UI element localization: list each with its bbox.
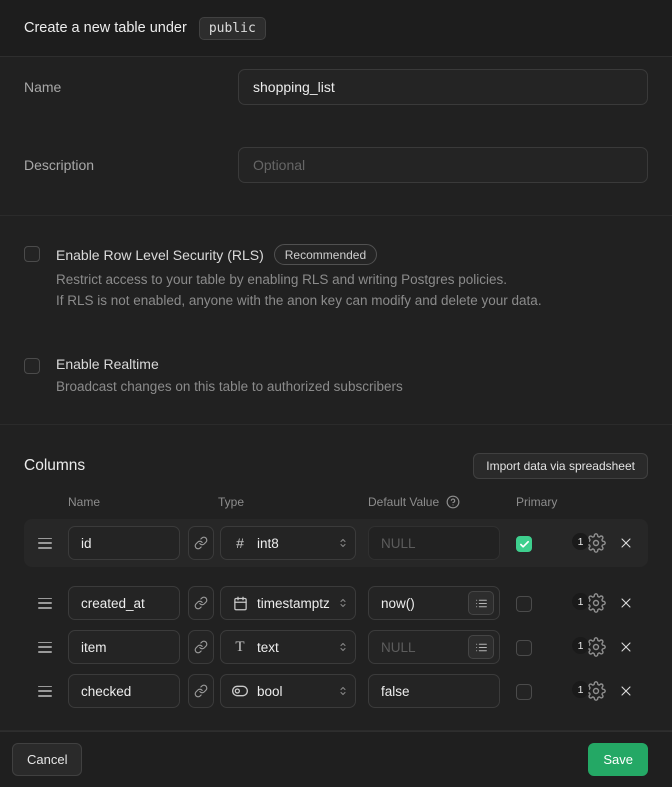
column-header-primary: Primary [516, 495, 648, 509]
realtime-label: Enable Realtime [56, 356, 159, 372]
description-label: Description [24, 147, 238, 173]
letter-t-icon: T [231, 639, 249, 656]
column-header-type: Type [218, 495, 368, 509]
column-name-input[interactable] [68, 630, 180, 664]
table-name-input[interactable] [238, 69, 648, 105]
column-row-id: # int8 NULL 1 [24, 524, 648, 562]
default-value-field[interactable]: NULL [368, 630, 500, 664]
list-icon [475, 597, 488, 610]
column-name-input[interactable] [68, 586, 180, 620]
default-suggestions-button[interactable] [468, 635, 494, 659]
dialog-footer: Cancel Save [0, 731, 672, 787]
column-type-select[interactable]: # int8 [220, 526, 356, 560]
primary-checkbox[interactable] [516, 640, 532, 656]
create-table-dialog: Create a new table under public Name Des… [0, 0, 672, 787]
foreign-key-button[interactable] [188, 526, 214, 560]
schema-badge: public [199, 17, 266, 40]
import-spreadsheet-button[interactable]: Import data via spreadsheet [473, 453, 648, 479]
drag-handle-icon[interactable] [38, 686, 52, 697]
default-value-field: NULL [368, 526, 500, 560]
column-settings-button[interactable]: 1 [572, 680, 606, 702]
column-settings-button[interactable]: 1 [572, 592, 606, 614]
primary-checkbox[interactable] [516, 596, 532, 612]
close-icon [618, 639, 634, 655]
foreign-key-button[interactable] [188, 586, 214, 620]
chevron-up-down-icon [337, 596, 349, 610]
help-icon[interactable] [446, 495, 460, 509]
column-settings-button[interactable]: 1 [572, 636, 606, 658]
column-header-name: Name [68, 495, 218, 509]
close-icon [618, 535, 634, 551]
name-row: Name [24, 69, 648, 105]
drag-handle-icon[interactable] [38, 598, 52, 609]
gear-icon [586, 593, 606, 613]
rls-checkbox[interactable] [24, 246, 40, 262]
column-type-select[interactable]: T text [220, 630, 356, 664]
recommended-badge: Recommended [274, 244, 377, 265]
rls-option: Enable Row Level Security (RLS) Recommen… [24, 244, 648, 312]
primary-checkbox[interactable] [516, 536, 532, 552]
columns-title: Columns [24, 457, 85, 475]
column-name-input[interactable] [68, 674, 180, 708]
delete-column-button[interactable] [618, 595, 634, 611]
link-icon [194, 640, 208, 654]
close-icon [618, 683, 634, 699]
default-value-field[interactable]: false [368, 674, 500, 708]
list-icon [475, 641, 488, 654]
drag-handle-icon[interactable] [38, 642, 52, 653]
delete-column-button[interactable] [618, 639, 634, 655]
close-icon [618, 595, 634, 611]
columns-table-headers: Name Type Default Value Primary [24, 495, 648, 509]
description-row: Description [24, 147, 648, 183]
options-section: Enable Row Level Security (RLS) Recommen… [0, 216, 672, 425]
toggle-icon [231, 683, 249, 699]
column-header-default: Default Value [368, 495, 439, 509]
delete-column-button[interactable] [618, 535, 634, 551]
chevron-up-down-icon [337, 684, 349, 698]
default-value-field[interactable]: now() [368, 586, 500, 620]
link-icon [194, 684, 208, 698]
column-row-created-at: timestamptz now() 1 [24, 584, 648, 622]
table-description-input[interactable] [238, 147, 648, 183]
name-label: Name [24, 69, 238, 95]
realtime-description: Broadcast changes on this table to autho… [56, 377, 403, 398]
gear-icon [586, 533, 606, 553]
gear-icon [586, 637, 606, 657]
column-type-select[interactable]: bool [220, 674, 356, 708]
cancel-button[interactable]: Cancel [12, 743, 82, 777]
realtime-checkbox[interactable] [24, 358, 40, 374]
calendar-icon [231, 596, 249, 611]
save-button[interactable]: Save [588, 743, 648, 777]
check-icon [519, 539, 530, 550]
link-icon [194, 596, 208, 610]
primary-row-panel: # int8 NULL 1 [24, 519, 648, 567]
realtime-option: Enable Realtime Broadcast changes on thi… [24, 356, 648, 398]
column-row-checked: bool false 1 [24, 672, 648, 710]
columns-section: Columns Import data via spreadsheet Name… [0, 425, 672, 731]
drag-handle-icon[interactable] [38, 538, 52, 549]
primary-checkbox[interactable] [516, 684, 532, 700]
dialog-header: Create a new table under public [0, 0, 672, 57]
hash-icon: # [231, 535, 249, 551]
foreign-key-button[interactable] [188, 630, 214, 664]
dialog-title: Create a new table under [24, 20, 187, 36]
default-suggestions-button[interactable] [468, 591, 494, 615]
rls-description: Restrict access to your table by enablin… [56, 270, 542, 312]
chevron-up-down-icon [337, 536, 349, 550]
link-icon [194, 536, 208, 550]
gear-icon [586, 681, 606, 701]
foreign-key-button[interactable] [188, 674, 214, 708]
column-name-input[interactable] [68, 526, 180, 560]
rls-label: Enable Row Level Security (RLS) [56, 247, 264, 263]
column-type-select[interactable]: timestamptz [220, 586, 356, 620]
delete-column-button[interactable] [618, 683, 634, 699]
basic-fields-section: Name Description [0, 57, 672, 216]
column-row-item: T text NULL 1 [24, 628, 648, 666]
column-settings-button[interactable]: 1 [572, 532, 606, 554]
chevron-up-down-icon [337, 640, 349, 654]
